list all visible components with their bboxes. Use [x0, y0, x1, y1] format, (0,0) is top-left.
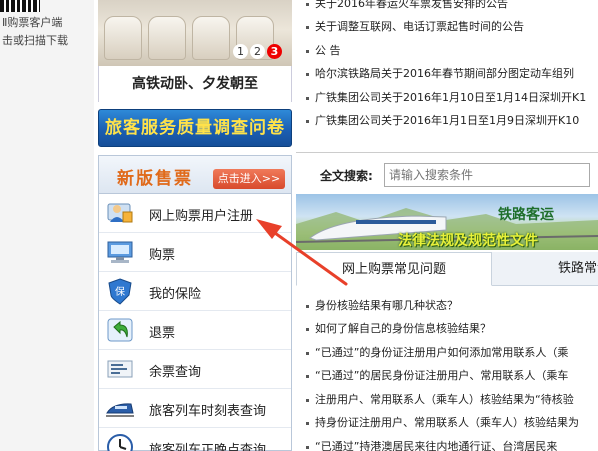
menu-label: 我的保险	[149, 287, 202, 302]
clock-icon	[107, 434, 133, 451]
bullet-icon	[306, 398, 309, 402]
ticket-sales-panel: 新版售票 点击进入>> 网上购票用户注册 购票 保 我的保险 退票 余票查询 旅…	[98, 155, 292, 451]
bullet-icon	[306, 421, 309, 425]
promo-banner[interactable]: 1 2 3	[98, 0, 292, 66]
ticket-search-icon	[107, 360, 133, 378]
menu-item-insurance[interactable]: 保 我的保险	[99, 273, 291, 311]
menu-item-buy[interactable]: 购票	[99, 234, 291, 272]
banner-caption[interactable]: 高铁动卧、夕发朝至	[99, 66, 291, 102]
news-item[interactable]: 公 告	[306, 42, 598, 62]
app-download-strip: Ⅱ购票客户端 击或扫描下载	[0, 0, 94, 451]
bullet-icon	[306, 304, 309, 308]
news-item[interactable]: 广铁集团公司关于2016年1月10日至1月14日深圳开K1	[306, 89, 598, 109]
survey-button[interactable]: 旅客服务质量调查问卷	[98, 109, 292, 147]
menu-label: 网上购票用户注册	[149, 209, 254, 224]
bullet-icon	[306, 374, 309, 378]
banner-caption-box: 高铁动卧、夕发朝至	[98, 66, 292, 102]
law-banner-subtitle: 法律法规及规范性文件	[398, 233, 538, 249]
tab-railway-knowledge[interactable]: 铁路常识	[544, 252, 598, 286]
carousel-page-2[interactable]: 2	[250, 44, 265, 59]
seat-image	[104, 16, 142, 60]
bullet-icon	[306, 327, 309, 331]
faq-item[interactable]: 身份核验结果有哪几种状态？	[306, 297, 598, 317]
menu-label: 购票	[149, 248, 176, 263]
insurance-shield-icon: 保	[108, 278, 132, 305]
enter-button[interactable]: 点击进入>>	[213, 169, 285, 189]
menu-item-remaining-tickets[interactable]: 余票查询	[99, 351, 291, 389]
faq-item[interactable]: “已通过”的身份证注册用户如何添加常用联系人（乘	[306, 344, 598, 364]
svg-text:保: 保	[115, 285, 125, 298]
carousel-page-1[interactable]: 1	[233, 44, 248, 59]
seat-image	[192, 16, 230, 60]
ticket-panel-header: 新版售票 点击进入>>	[99, 156, 291, 194]
search-label: 全文搜索:	[320, 169, 373, 183]
bullet-icon	[306, 445, 309, 449]
faq-item[interactable]: “已通过”的居民身份证注册用户、常用联系人（乘车	[306, 367, 598, 387]
bullet-icon	[306, 72, 309, 76]
refund-arrow-icon	[107, 318, 133, 342]
news-item[interactable]: 关于2016年春运火车票发售安排的公告	[306, 0, 598, 15]
search-input[interactable]	[384, 163, 590, 187]
news-item[interactable]: 广铁集团公司关于2016年1月1日至1月9日深圳开K10	[306, 112, 598, 132]
faq-item[interactable]: 持身份证注册用户、常用联系人（乘车人）核验结果为	[306, 414, 598, 434]
menu-label: 旅客列车时刻表查询	[149, 404, 267, 419]
app-download-text-1: Ⅱ购票客户端	[2, 16, 63, 29]
tab-faq[interactable]: 网上购票常见问题	[296, 252, 492, 286]
menu-label: 旅客列车正晚点查询	[149, 443, 267, 451]
section-divider	[296, 152, 598, 153]
menu-item-timetable[interactable]: 旅客列车时刻表查询	[99, 390, 291, 428]
bullet-icon	[306, 2, 309, 6]
menu-item-delay[interactable]: 旅客列车正晚点查询	[99, 429, 291, 451]
bullet-icon	[306, 351, 309, 355]
faq-item[interactable]: “已通过”持港澳居民来往内地通行证、台湾居民来	[306, 438, 598, 451]
computer-icon	[107, 241, 133, 263]
ticket-panel-title: 新版售票	[117, 169, 193, 189]
faq-tab-bar: 网上购票常见问题 铁路常识	[296, 252, 598, 286]
news-item[interactable]: 哈尔滨铁路局关于2016年春节期间部分图定动车组列	[306, 65, 598, 85]
seat-image	[148, 16, 186, 60]
law-banner-title: 铁路客运	[498, 207, 554, 223]
faq-item[interactable]: 如何了解自己的身份信息核验结果？	[306, 320, 598, 340]
menu-item-refund[interactable]: 退票	[99, 312, 291, 350]
news-item[interactable]: 关于调整互联网、电话订票起售时间的公告	[306, 18, 598, 38]
qr-code[interactable]	[0, 0, 40, 12]
bullet-icon	[306, 49, 309, 53]
menu-item-register[interactable]: 网上购票用户注册	[99, 195, 291, 233]
bullet-icon	[306, 25, 309, 29]
train-icon	[106, 403, 134, 417]
carousel-page-3[interactable]: 3	[267, 44, 282, 59]
bullet-icon	[306, 119, 309, 123]
menu-label: 余票查询	[149, 365, 202, 380]
menu-label: 退票	[149, 326, 176, 341]
faq-item[interactable]: 注册用户、常用联系人（乘车人）核验结果为“待核验	[306, 391, 598, 411]
user-register-icon	[107, 203, 133, 223]
bullet-icon	[306, 96, 309, 100]
app-download-text-2: 击或扫描下载	[2, 34, 68, 47]
